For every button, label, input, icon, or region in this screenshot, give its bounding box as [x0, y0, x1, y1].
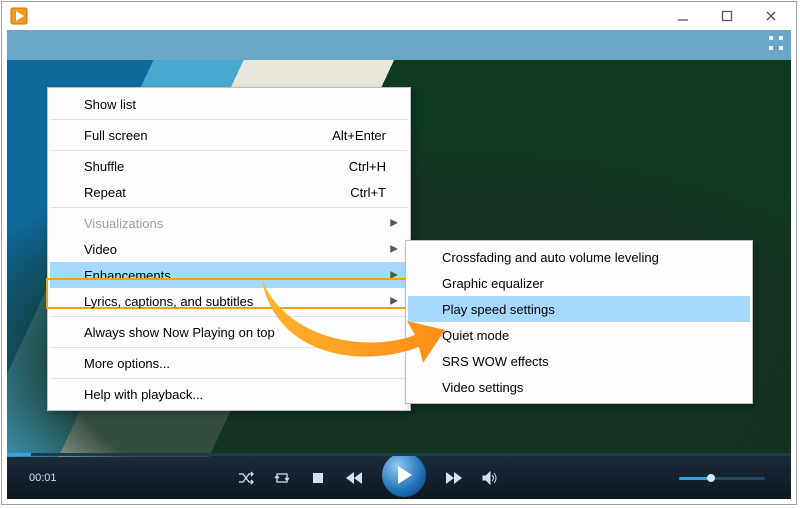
- menu-lyrics[interactable]: Lyrics, captions, and subtitles▶: [50, 288, 408, 314]
- menu-enhancements[interactable]: Enhancements▶: [50, 262, 408, 288]
- submenu-crossfade[interactable]: Crossfading and auto volume leveling: [408, 244, 750, 270]
- maximize-button[interactable]: [712, 6, 742, 26]
- previous-button[interactable]: [344, 468, 364, 488]
- mute-button[interactable]: [480, 468, 500, 488]
- next-button[interactable]: [444, 468, 464, 488]
- submenu-quiet-mode[interactable]: Quiet mode: [408, 322, 750, 348]
- minimize-button[interactable]: [668, 6, 698, 26]
- seek-fill: [7, 453, 31, 456]
- menu-separator: [51, 119, 407, 120]
- close-button[interactable]: [756, 6, 786, 26]
- seek-bar[interactable]: [7, 453, 791, 456]
- window-buttons: [668, 6, 786, 26]
- menu-separator: [51, 316, 407, 317]
- volume-slider[interactable]: [679, 477, 765, 480]
- menu-full-screen[interactable]: Full screenAlt+Enter: [50, 122, 408, 148]
- volume-thumb[interactable]: [707, 474, 715, 482]
- play-button[interactable]: [382, 453, 426, 497]
- chevron-right-icon: ▶: [390, 244, 398, 255]
- menu-visualizations: Visualizations▶: [50, 210, 408, 236]
- app-window: Show list Full screenAlt+Enter ShuffleCt…: [1, 1, 797, 505]
- elapsed-time: 00:01: [29, 472, 57, 484]
- overlay-toggle-icon[interactable]: [769, 36, 783, 50]
- chevron-right-icon: ▶: [390, 270, 398, 281]
- submenu-play-speed[interactable]: Play speed settings: [408, 296, 750, 322]
- menu-separator: [51, 207, 407, 208]
- menu-repeat[interactable]: RepeatCtrl+T: [50, 179, 408, 205]
- menu-video[interactable]: Video▶: [50, 236, 408, 262]
- video-area[interactable]: Show list Full screenAlt+Enter ShuffleCt…: [7, 30, 791, 499]
- submenu-video-settings[interactable]: Video settings: [408, 374, 750, 400]
- menu-separator: [51, 347, 407, 348]
- context-menu: Show list Full screenAlt+Enter ShuffleCt…: [47, 87, 411, 411]
- chevron-right-icon: ▶: [390, 218, 398, 229]
- repeat-button[interactable]: [272, 468, 292, 488]
- app-icon: [10, 7, 28, 25]
- menu-help[interactable]: Help with playback...: [50, 381, 408, 407]
- chevron-right-icon: ▶: [390, 296, 398, 307]
- titlebar: [2, 2, 796, 30]
- volume-fill: [679, 477, 709, 480]
- submenu-srs-wow[interactable]: SRS WOW effects: [408, 348, 750, 374]
- menu-separator: [51, 378, 407, 379]
- playback-controls: 00:01: [7, 457, 791, 499]
- menu-show-list[interactable]: Show list: [50, 91, 408, 117]
- submenu-equalizer[interactable]: Graphic equalizer: [408, 270, 750, 296]
- stop-button[interactable]: [308, 468, 328, 488]
- menu-always-on-top[interactable]: Always show Now Playing on top: [50, 319, 408, 345]
- enhancements-submenu: Crossfading and auto volume leveling Gra…: [405, 240, 753, 404]
- menu-separator: [51, 150, 407, 151]
- menu-shuffle[interactable]: ShuffleCtrl+H: [50, 153, 408, 179]
- shuffle-button[interactable]: [236, 468, 256, 488]
- volume-area: [679, 477, 765, 480]
- menu-more-options[interactable]: More options...: [50, 350, 408, 376]
